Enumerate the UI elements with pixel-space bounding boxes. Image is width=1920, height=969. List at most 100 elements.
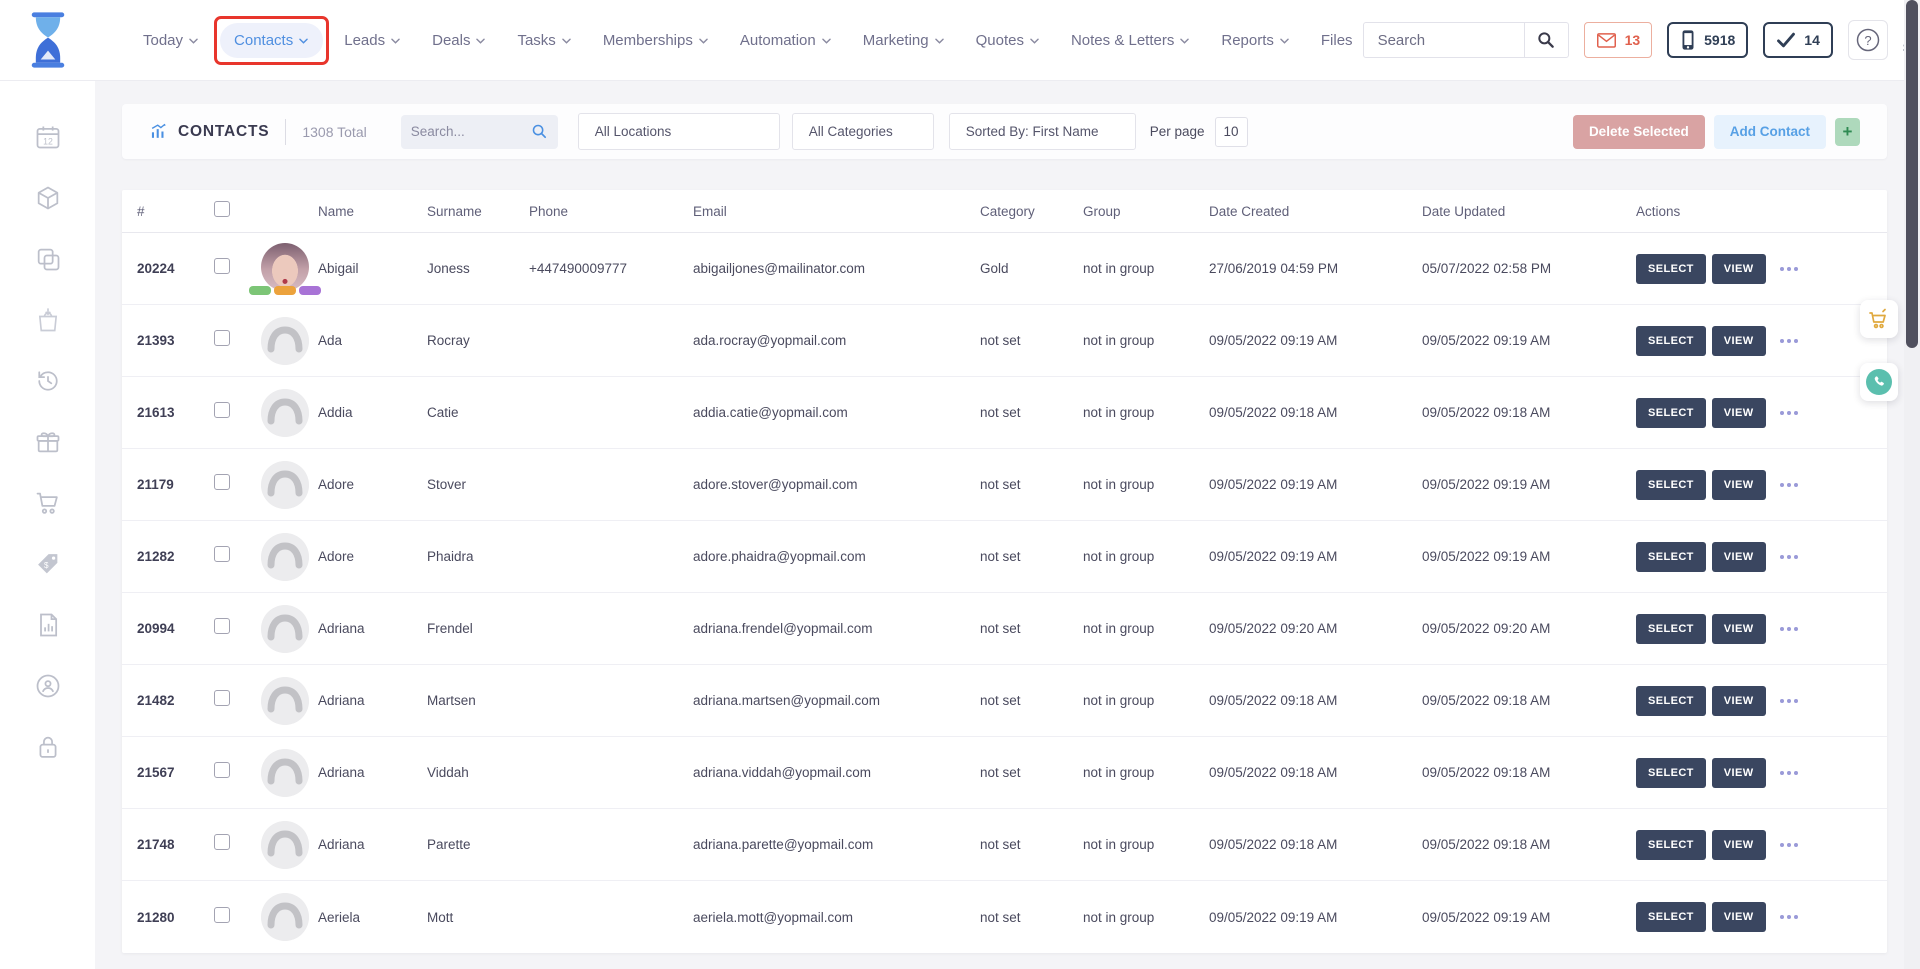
view-button[interactable]: VIEW — [1712, 614, 1766, 644]
quick-add-button[interactable]: + — [1835, 118, 1860, 146]
select-button[interactable]: SELECT — [1636, 614, 1706, 644]
view-button[interactable]: VIEW — [1712, 686, 1766, 716]
nav-item-quotes[interactable]: Quotes — [966, 23, 1050, 58]
floating-phone-button[interactable] — [1860, 363, 1898, 401]
more-actions-button[interactable] — [1772, 261, 1806, 277]
search-button[interactable] — [1524, 22, 1568, 58]
scrollbar-thumb[interactable] — [1906, 0, 1918, 348]
nav-item-marketing[interactable]: Marketing — [853, 23, 955, 58]
history-icon[interactable] — [34, 366, 62, 396]
view-button[interactable]: VIEW — [1712, 398, 1766, 428]
avatar[interactable] — [261, 677, 309, 725]
delete-selected-button[interactable]: Delete Selected — [1573, 115, 1705, 149]
package-cube-icon[interactable] — [34, 183, 62, 213]
row-checkbox[interactable] — [214, 690, 230, 706]
app-logo[interactable] — [0, 8, 95, 72]
row-checkbox[interactable] — [214, 546, 230, 562]
avatar-cell — [252, 749, 318, 797]
more-actions-button[interactable] — [1772, 765, 1806, 781]
avatar[interactable] — [261, 317, 309, 365]
select-button[interactable]: SELECT — [1636, 686, 1706, 716]
avatar[interactable] — [261, 893, 309, 941]
tasks-badge[interactable]: 14 — [1763, 22, 1833, 58]
date-updated: 09/05/2022 09:18 AM — [1422, 765, 1636, 780]
cart-icon[interactable] — [34, 488, 62, 518]
more-actions-button[interactable] — [1772, 909, 1806, 925]
more-actions-button[interactable] — [1772, 333, 1806, 349]
nav-item-reports[interactable]: Reports — [1211, 23, 1300, 58]
row-checkbox[interactable] — [214, 402, 230, 418]
avatar[interactable] — [261, 533, 309, 581]
more-actions-button[interactable] — [1772, 405, 1806, 421]
view-button[interactable]: VIEW — [1712, 542, 1766, 572]
nav-item-leads[interactable]: Leads — [334, 23, 411, 58]
row-checkbox[interactable] — [214, 330, 230, 346]
view-button[interactable]: VIEW — [1712, 470, 1766, 500]
floating-cart-button[interactable] — [1860, 300, 1898, 338]
avatar[interactable] — [261, 605, 309, 653]
copy-pages-icon[interactable] — [34, 244, 62, 274]
calls-badge[interactable]: 5918 — [1667, 22, 1748, 58]
select-button[interactable]: SELECT — [1636, 542, 1706, 572]
lock-icon[interactable] — [34, 732, 62, 762]
more-actions-button[interactable] — [1772, 837, 1806, 853]
select-button[interactable]: SELECT — [1636, 470, 1706, 500]
cart-gold-icon — [1867, 307, 1891, 331]
row-checkbox[interactable] — [214, 474, 230, 490]
mobile-phone-icon — [1680, 29, 1696, 51]
select-all-checkbox[interactable] — [214, 201, 230, 217]
messages-badge[interactable]: 13 — [1584, 22, 1653, 58]
select-button[interactable]: SELECT — [1636, 830, 1706, 860]
select-button[interactable]: SELECT — [1636, 902, 1706, 932]
per-page-value[interactable]: 10 — [1215, 117, 1248, 147]
more-actions-button[interactable] — [1772, 549, 1806, 565]
avatar[interactable] — [261, 461, 309, 509]
more-actions-button[interactable] — [1772, 477, 1806, 493]
more-actions-button[interactable] — [1772, 693, 1806, 709]
avatar[interactable] — [261, 243, 309, 291]
nav-item-automation[interactable]: Automation — [730, 23, 842, 58]
contact-email: aeriela.mott@yopmail.com — [693, 910, 980, 925]
help-button[interactable]: ? — [1848, 20, 1888, 60]
account-sync-icon[interactable] — [34, 671, 62, 701]
row-checkbox[interactable] — [214, 907, 230, 923]
report-document-icon[interactable] — [34, 610, 62, 640]
view-button[interactable]: VIEW — [1712, 758, 1766, 788]
avatar[interactable] — [261, 749, 309, 797]
avatar[interactable] — [261, 389, 309, 437]
row-checkbox[interactable] — [214, 258, 230, 274]
nav-item-memberships[interactable]: Memberships — [593, 23, 719, 58]
select-button[interactable]: SELECT — [1636, 254, 1706, 284]
view-button[interactable]: VIEW — [1712, 254, 1766, 284]
gift-icon[interactable] — [34, 427, 62, 457]
nav-item-files[interactable]: Files — [1311, 23, 1363, 58]
categories-filter[interactable]: All Categories — [792, 113, 934, 150]
more-actions-button[interactable] — [1772, 621, 1806, 637]
row-checkbox[interactable] — [214, 762, 230, 778]
row-checkbox[interactable] — [214, 834, 230, 850]
locations-filter[interactable]: All Locations — [578, 113, 780, 150]
select-button[interactable]: SELECT — [1636, 326, 1706, 356]
nav-item-notes-letters[interactable]: Notes & Letters — [1061, 23, 1200, 58]
avatar[interactable] — [261, 821, 309, 869]
nav-item-contacts[interactable]: Contacts — [220, 23, 323, 58]
select-button[interactable]: SELECT — [1636, 758, 1706, 788]
column-header-date-updated: Date Updated — [1422, 204, 1636, 219]
price-tag-icon[interactable]: $ — [34, 549, 62, 579]
bag-download-icon[interactable] — [34, 305, 62, 335]
nav-item-tasks[interactable]: Tasks — [507, 23, 581, 58]
nav-item-today[interactable]: Today — [133, 23, 209, 58]
page-scrollbar[interactable] — [1904, 0, 1920, 969]
contacts-search-input[interactable] — [411, 124, 531, 139]
row-checkbox[interactable] — [214, 618, 230, 634]
calendar-icon[interactable]: 12 — [34, 122, 62, 152]
view-button[interactable]: VIEW — [1712, 326, 1766, 356]
nav-item-deals[interactable]: Deals — [422, 23, 496, 58]
select-button[interactable]: SELECT — [1636, 398, 1706, 428]
contact-group: not in group — [1083, 693, 1209, 708]
add-contact-button[interactable]: Add Contact — [1714, 115, 1826, 149]
view-button[interactable]: VIEW — [1712, 902, 1766, 932]
view-button[interactable]: VIEW — [1712, 830, 1766, 860]
global-search-input[interactable] — [1364, 32, 1524, 49]
sort-filter[interactable]: Sorted By: First Name — [949, 113, 1136, 150]
